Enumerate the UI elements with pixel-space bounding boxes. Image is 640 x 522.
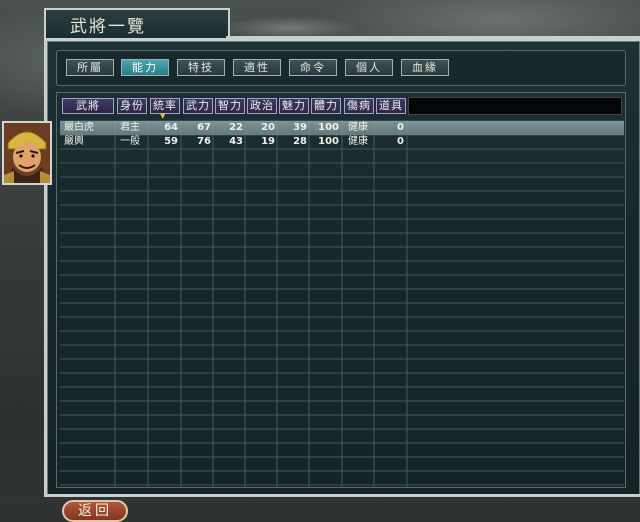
- officer-politics: 20: [261, 122, 275, 133]
- column-header-items[interactable]: 道具: [376, 98, 406, 114]
- officer-intelligence: 22: [229, 122, 243, 133]
- column-header-rank[interactable]: 身份: [117, 98, 147, 114]
- officer-war: 67: [197, 122, 211, 133]
- column-header-war[interactable]: 武力: [183, 98, 213, 114]
- officer-rank: 君主: [120, 122, 140, 133]
- tab-bloodline[interactable]: 血緣: [401, 59, 449, 76]
- cloud-ornament: [230, 14, 370, 38]
- column-header-intelligence[interactable]: 智力: [215, 98, 245, 114]
- officer-intelligence: 43: [229, 136, 243, 147]
- column-header-stamina[interactable]: 體力: [311, 98, 341, 114]
- officer-items: 0: [397, 122, 404, 133]
- officer-name: 嚴白虎: [64, 122, 94, 133]
- tab-orders[interactable]: 命令: [289, 59, 337, 76]
- sort-indicator-icon: ▼: [160, 112, 166, 120]
- officer-injury: 健康: [348, 136, 368, 147]
- officer-charisma: 39: [293, 122, 307, 133]
- officer-portrait: [2, 121, 52, 185]
- portrait-face-icon: [4, 123, 50, 183]
- tab-affiliation[interactable]: 所屬: [66, 59, 114, 76]
- column-header-charisma[interactable]: 魅力: [279, 98, 309, 114]
- officer-stamina: 100: [318, 122, 339, 133]
- tab-personal[interactable]: 個人: [345, 59, 393, 76]
- window-title: 武將一覽: [70, 17, 146, 37]
- officer-rank: 一般: [120, 136, 140, 147]
- officer-politics: 19: [261, 136, 275, 147]
- tab-ability[interactable]: 能力: [121, 59, 169, 76]
- window-bottom-border: [44, 494, 640, 497]
- back-button[interactable]: 返回: [62, 500, 128, 522]
- tab-aptitude[interactable]: 適性: [233, 59, 281, 76]
- column-header-officer[interactable]: 武將: [62, 98, 114, 114]
- officer-items: 0: [397, 136, 404, 147]
- officer-injury: 健康: [348, 122, 368, 133]
- officer-leadership: 64: [164, 122, 178, 133]
- officer-charisma: 28: [293, 136, 307, 147]
- officer-stamina: 100: [318, 136, 339, 147]
- table-grid: [60, 120, 624, 488]
- column-header-politics[interactable]: 政治: [247, 98, 277, 114]
- tab-skills[interactable]: 特技: [177, 59, 225, 76]
- column-header-injury[interactable]: 傷病: [344, 98, 374, 114]
- officer-name: 嚴輿: [64, 136, 84, 147]
- header-spacer: [408, 97, 622, 115]
- officer-war: 76: [197, 136, 211, 147]
- officer-leadership: 59: [164, 136, 178, 147]
